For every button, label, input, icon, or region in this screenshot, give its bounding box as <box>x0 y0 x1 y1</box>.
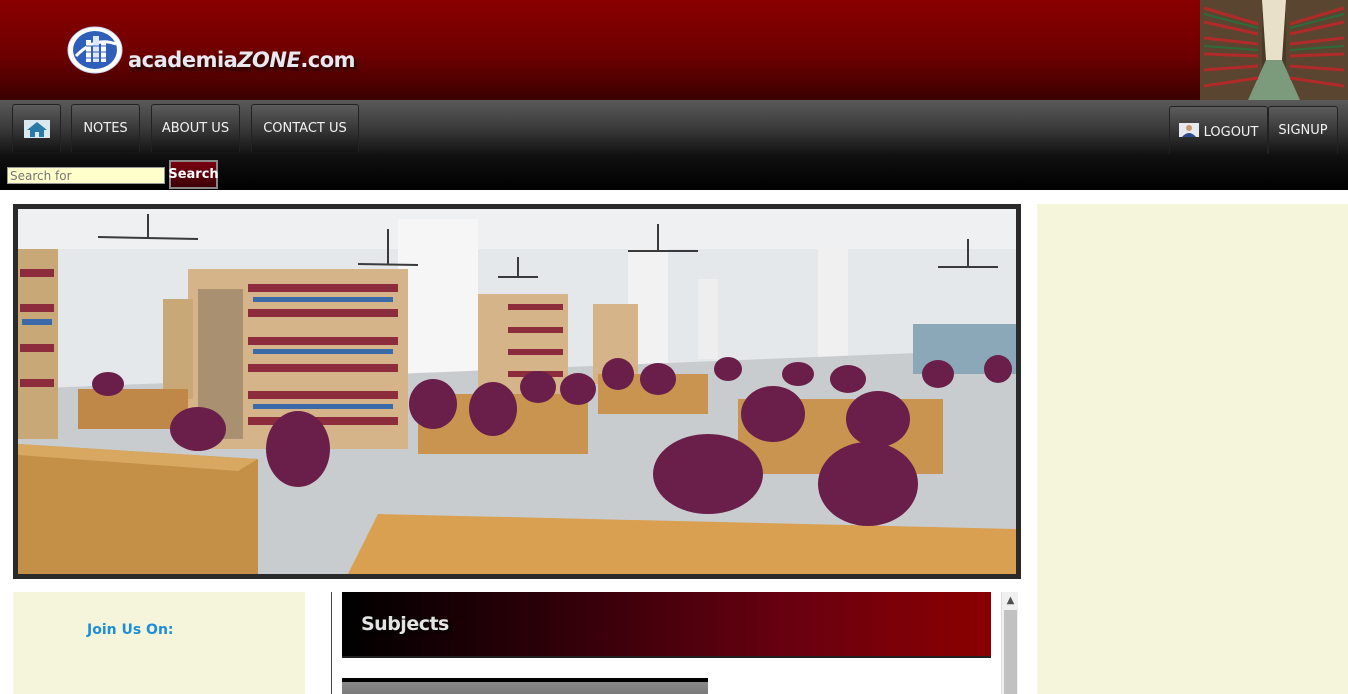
join-us-heading: Join Us On: <box>87 622 174 638</box>
nav-signup-label: SIGNUP <box>1278 123 1328 138</box>
content-divider <box>331 592 332 694</box>
subjects-header-bar: Subjects <box>342 592 991 658</box>
nav-contact-us-label: CONTACT US <box>263 121 347 136</box>
subjects-title: Subjects <box>361 613 449 635</box>
content-scrollbar[interactable]: ▲ <box>1001 592 1018 694</box>
nav-home-button[interactable] <box>12 104 61 152</box>
search-input[interactable] <box>7 167 165 184</box>
right-sidebar-panel <box>1037 204 1348 694</box>
home-icon <box>23 119 50 138</box>
nav-notes-label: NOTES <box>83 121 128 136</box>
header-banner: academiaZONE.com <box>0 0 1348 100</box>
logo-globe-icon <box>67 26 123 74</box>
scroll-up-arrow-icon[interactable]: ▲ <box>1002 592 1019 609</box>
join-us-panel: Join Us On: <box>13 592 305 694</box>
nav-logout-label: LOGOUT <box>1203 124 1259 140</box>
hero-library-photo <box>18 209 1016 574</box>
nav-signup-link[interactable]: SIGNUP <box>1268 106 1338 154</box>
search-button-label: Search <box>168 167 219 182</box>
logo-text-main: academia <box>128 48 238 72</box>
library-aisle-image <box>1200 0 1348 100</box>
logo-text-suffix: .com <box>300 48 356 72</box>
nav-logout-link[interactable]: LOGOUT <box>1169 106 1268 154</box>
subject-list-block <box>342 678 708 694</box>
nav-about-us-label: ABOUT US <box>161 121 230 136</box>
scroll-thumb[interactable] <box>1004 610 1017 694</box>
search-button[interactable]: Search <box>168 160 219 189</box>
nav-notes-link[interactable]: NOTES <box>71 104 140 152</box>
nav-about-us-link[interactable]: ABOUT US <box>151 104 240 152</box>
hero-library-photo-frame <box>13 204 1021 579</box>
user-icon <box>1178 122 1199 137</box>
nav-contact-us-link[interactable]: CONTACT US <box>251 104 359 152</box>
site-logo-text[interactable]: academiaZONE.com <box>128 48 356 72</box>
logo-text-zone: ZONE <box>237 48 301 72</box>
